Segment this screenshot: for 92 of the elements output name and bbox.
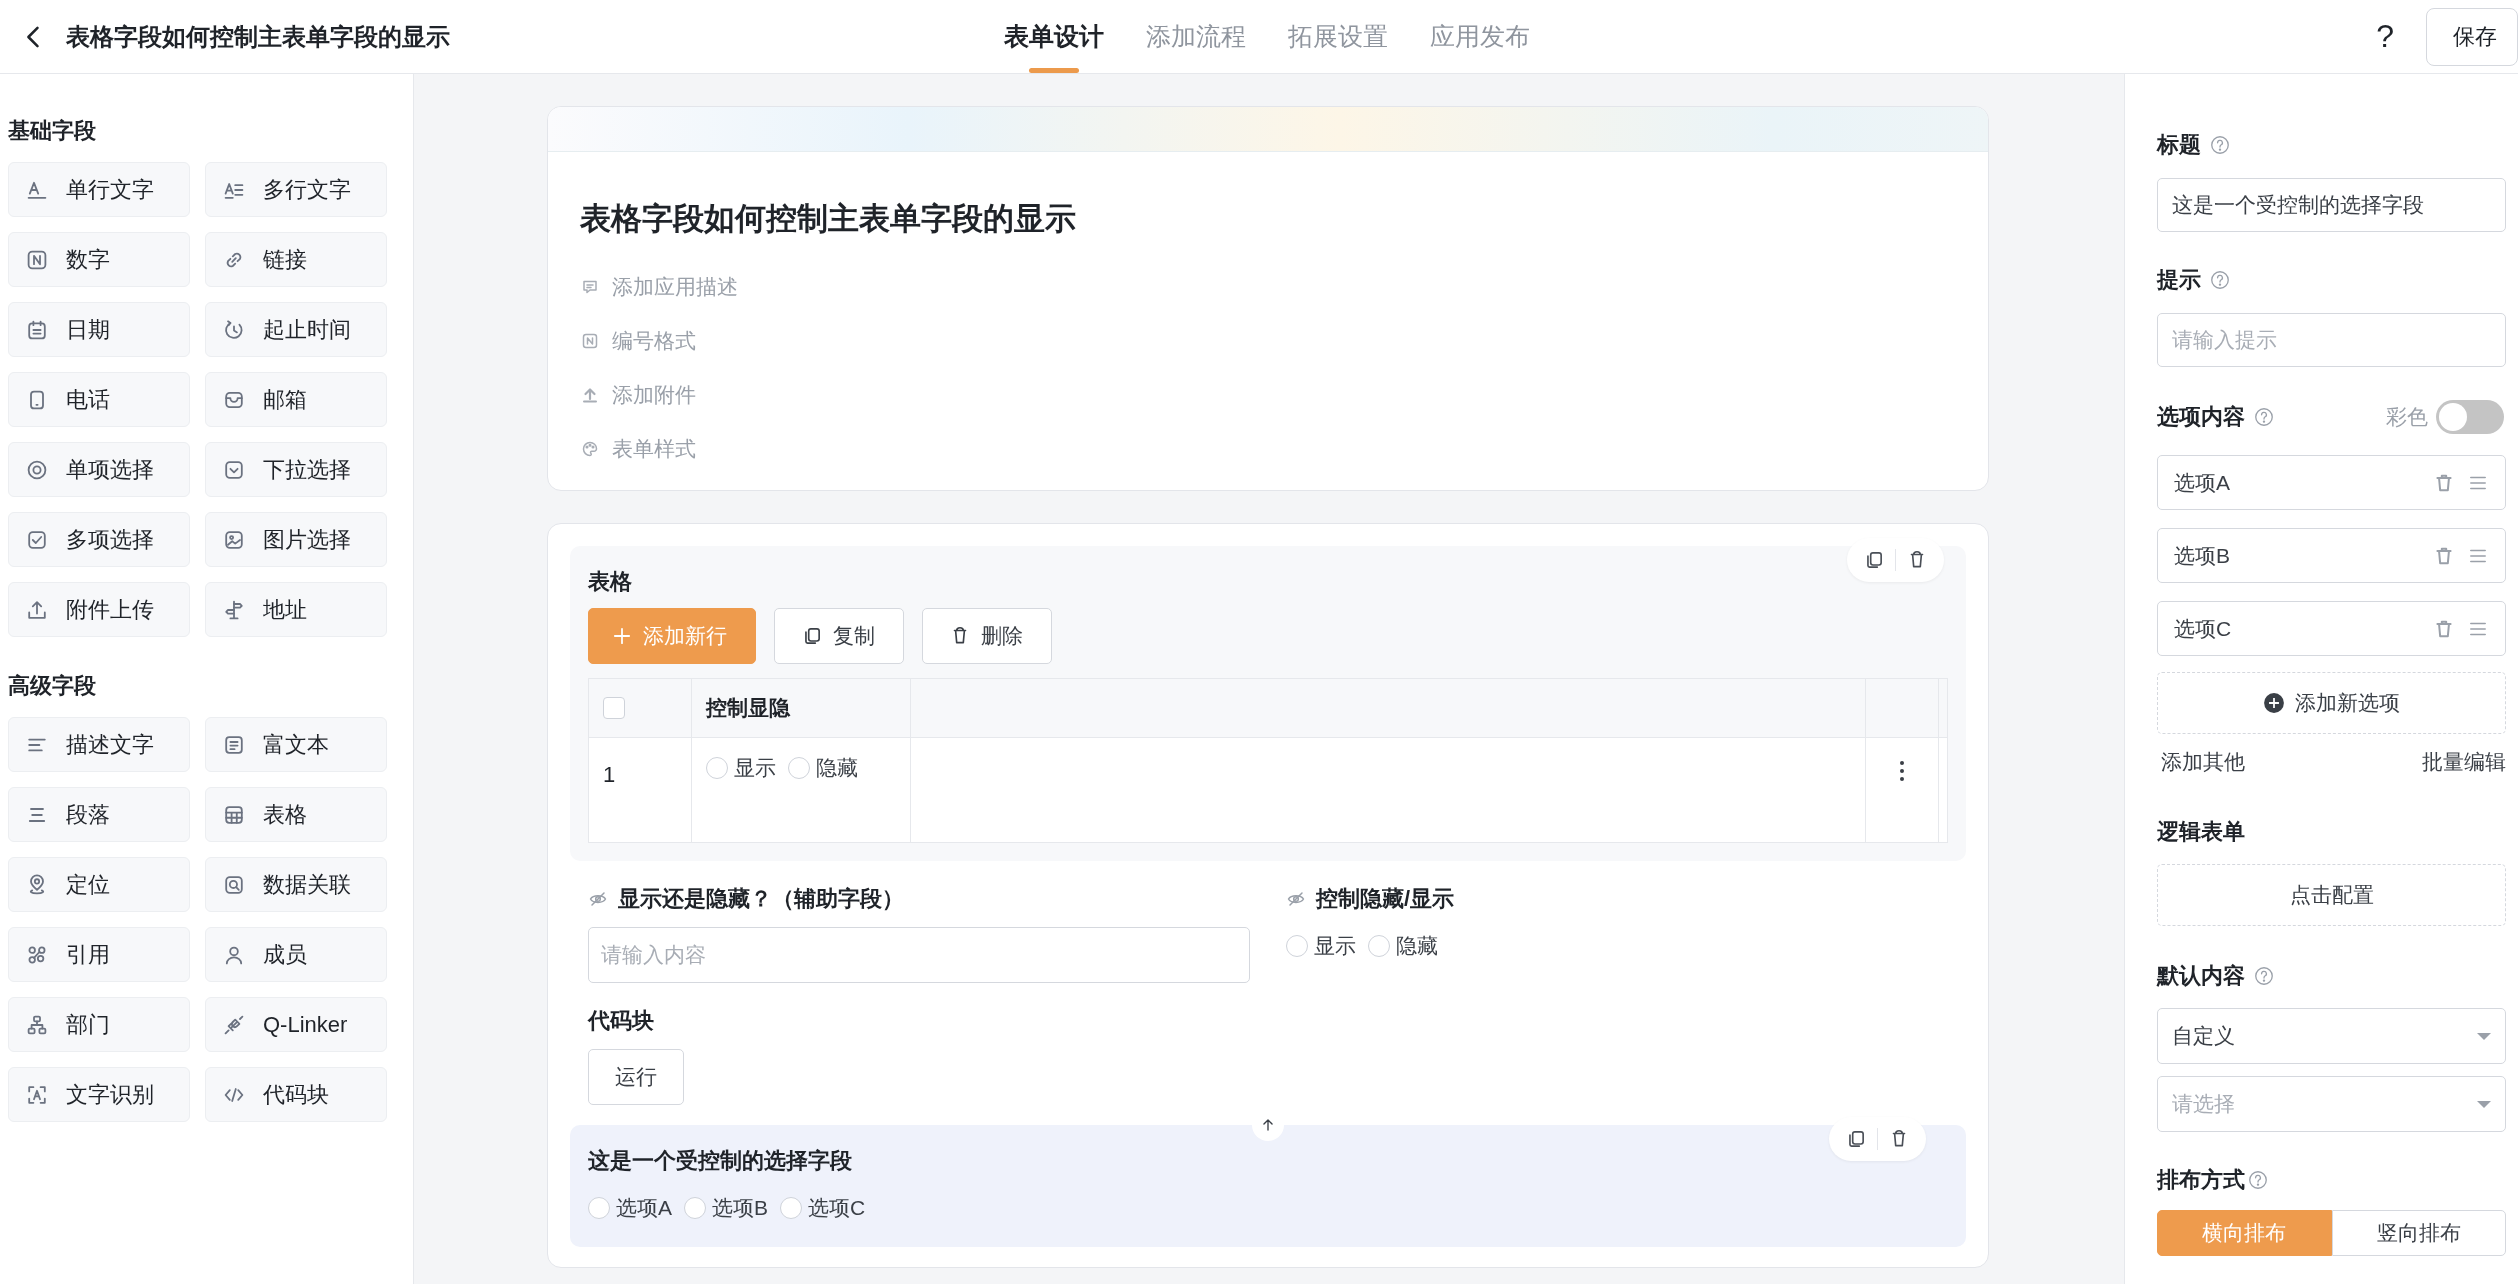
radio-button[interactable] [588, 1197, 610, 1219]
option-label: 显示 [734, 755, 776, 781]
caret-down-icon [2477, 1032, 2491, 1040]
toggle-label: 彩色 [2386, 404, 2428, 430]
help-icon [2247, 1169, 2269, 1191]
field-type-item[interactable]: 地址 [205, 582, 387, 637]
field-type-item[interactable]: 多项选择 [8, 512, 190, 567]
radio-button[interactable] [1368, 935, 1390, 957]
page-title: 表格字段如何控制主表单字段的显示 [66, 21, 450, 52]
caret-down-icon [2477, 1100, 2491, 1108]
radio-button[interactable] [780, 1197, 803, 1219]
plus-icon [611, 625, 633, 647]
option-label: 隐藏 [816, 755, 858, 781]
property-label: 选项内容 [2157, 403, 2245, 431]
field-type-item[interactable]: 引用 [8, 927, 190, 982]
field-type-item[interactable]: 下拉选择 [205, 442, 387, 497]
field-type-item[interactable]: 表格 [205, 787, 387, 842]
field-type-item[interactable]: 数字 [8, 232, 190, 287]
plus-circle-icon [2263, 692, 2285, 714]
help-icon[interactable]: ? [2376, 18, 2394, 55]
field-type-item[interactable]: 富文本 [205, 717, 387, 772]
add-option-button[interactable]: 添加新选项 [2157, 672, 2506, 734]
help-icon [2209, 134, 2231, 156]
help-icon [2253, 965, 2275, 987]
hint-input[interactable]: 请输入提示 [2157, 313, 2506, 367]
palette-icon [580, 439, 600, 459]
field-type-item[interactable]: 成员 [205, 927, 387, 982]
help-icon [2209, 269, 2231, 291]
option-input[interactable]: 选项B [2157, 528, 2506, 583]
more-icon[interactable] [1899, 760, 1905, 782]
configure-button[interactable]: 点击配置 [2157, 864, 2506, 926]
field-type-item[interactable]: 数据关联 [205, 857, 387, 912]
eye-slash-icon [1286, 889, 1306, 909]
property-label: 标题 [2157, 131, 2201, 159]
field-type-item[interactable]: 电话 [8, 372, 190, 427]
field-type-item[interactable]: 单行文字 [8, 162, 190, 217]
option-label: 隐藏 [1396, 933, 1438, 959]
field-label: 显示还是隐藏？（辅助字段） [618, 885, 904, 913]
field-type-item[interactable]: 文字识别 [8, 1067, 190, 1122]
field-type-item[interactable]: 起止时间 [205, 302, 387, 357]
save-button[interactable]: 保存 [2426, 7, 2518, 66]
field-type-item[interactable]: 邮箱 [205, 372, 387, 427]
text-input[interactable]: 请输入内容 [588, 927, 1250, 983]
number-icon [580, 331, 600, 351]
option-label: 显示 [1314, 933, 1356, 959]
section-heading: 高级字段 [8, 672, 97, 700]
form-title: 表格字段如何控制主表单字段的显示 [580, 200, 1077, 238]
field-type-item[interactable]: 图片选择 [205, 512, 387, 567]
field-type-item[interactable]: 部门 [8, 997, 190, 1052]
tab[interactable]: 表单设计 [1004, 0, 1104, 73]
property-label: 提示 [2157, 266, 2201, 294]
option-label: 选项A [616, 1195, 672, 1221]
run-button[interactable]: 运行 [588, 1049, 684, 1105]
toggle-switch[interactable] [2436, 400, 2504, 434]
select-field[interactable]: 自定义 [2157, 1008, 2506, 1064]
field-type-item[interactable]: 日期 [8, 302, 190, 357]
column-header: 控制显隐 [691, 678, 911, 738]
help-icon [2253, 406, 2275, 428]
field-type-item[interactable]: 代码块 [205, 1067, 387, 1122]
bulk-edit-link[interactable]: 批量编辑 [2422, 748, 2506, 776]
option-label: 选项B [712, 1195, 769, 1221]
field-type-item[interactable]: 链接 [205, 232, 387, 287]
delete-button[interactable]: 删除 [922, 608, 1052, 664]
field-label: 代码块 [588, 1007, 654, 1035]
checkbox[interactable] [603, 697, 625, 719]
field-label: 表格 [588, 568, 632, 596]
row-number: 1 [603, 762, 616, 788]
field-type-item[interactable]: Q-Linker [205, 997, 387, 1052]
field-label: 这是一个受控制的选择字段 [588, 1147, 852, 1175]
field-type-item[interactable]: 定位 [8, 857, 190, 912]
option-input[interactable]: 选项A [2157, 455, 2506, 510]
field-type-item[interactable]: 段落 [8, 787, 190, 842]
property-label: 默认内容 [2157, 962, 2245, 990]
radio-button[interactable] [788, 757, 810, 779]
field-type-item[interactable]: 多行文字 [205, 162, 387, 217]
field-label: 控制隐藏/显示 [1316, 885, 1455, 913]
segment-option[interactable]: 竖向排布 [2331, 1210, 2506, 1256]
copy-button[interactable]: 复制 [774, 608, 904, 664]
field-type-item[interactable]: 单项选择 [8, 442, 190, 497]
option-label: 选项C [808, 1195, 866, 1221]
radio-button[interactable] [684, 1197, 706, 1219]
radio-button[interactable] [1286, 935, 1308, 957]
add-other-link[interactable]: 添加其他 [2161, 748, 2245, 776]
field-type-item[interactable]: 描述文字 [8, 717, 190, 772]
property-label: 排布方式 [2157, 1166, 2245, 1194]
option-input[interactable]: 选项C [2157, 601, 2506, 656]
radio-button[interactable] [706, 757, 728, 779]
property-label: 逻辑表单 [2157, 818, 2245, 846]
section-heading: 基础字段 [8, 117, 97, 145]
eye-slash-icon [588, 889, 608, 909]
title-input[interactable]: 这是一个受控制的选择字段 [2157, 178, 2506, 232]
field-type-item[interactable]: 附件上传 [8, 582, 190, 637]
